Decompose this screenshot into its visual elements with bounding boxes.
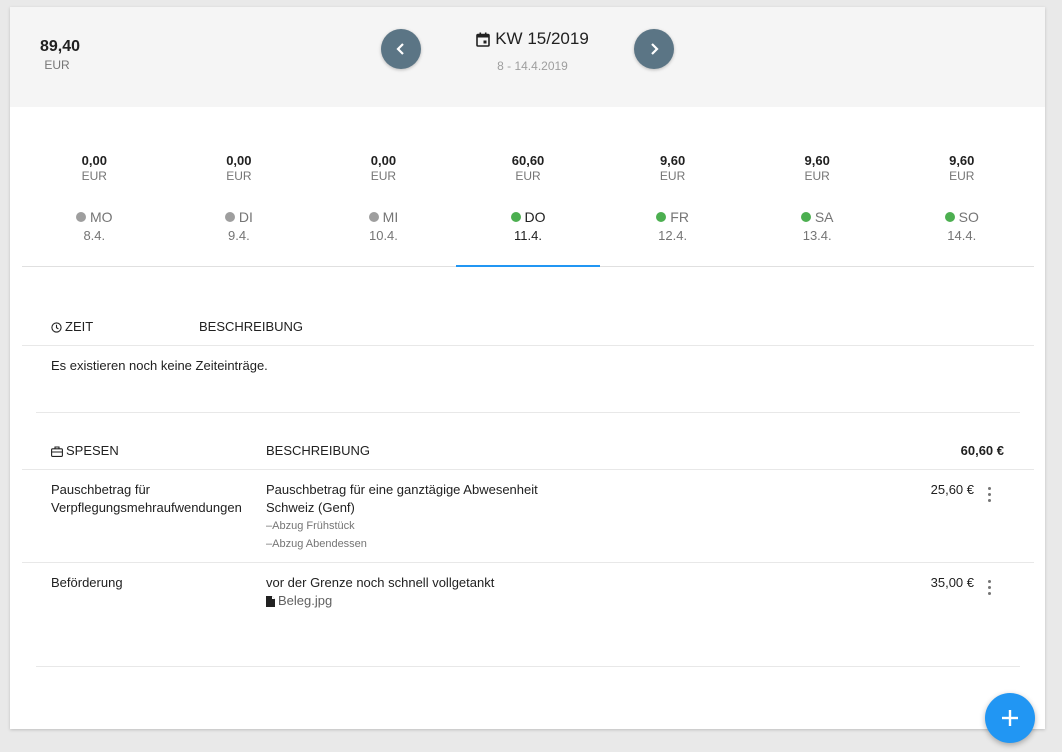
chevron-left-icon — [396, 43, 404, 55]
divider — [22, 469, 1034, 470]
day-tab-mi[interactable]: 0,00 EUR MI 10.4. — [311, 147, 456, 266]
expense-note: –Abzug Frühstück — [266, 520, 355, 532]
status-dot-icon — [800, 212, 811, 222]
divider — [22, 345, 1034, 346]
time-description-header: BESCHREIBUNG — [199, 319, 304, 334]
day-tab-do[interactable]: 60,60 EUR DO 11.4. — [455, 147, 601, 267]
day-date: 14.4. — [947, 228, 977, 243]
week-selector: KW 15/2019 8 - 14.4.2019 — [450, 29, 615, 73]
expense-description: vor der Grenze noch schnell vollgetankt … — [266, 574, 494, 610]
briefcase-icon — [51, 446, 63, 458]
expense-type-line: Pauschbetrag für — [51, 482, 151, 497]
divider — [22, 562, 1034, 563]
status-dot-icon — [656, 212, 667, 222]
day-currency: EUR — [226, 169, 252, 183]
day-date: 9.4. — [228, 228, 250, 243]
week-header: 89,40 EUR KW 15/2019 8 - 14.4.2019 — [10, 7, 1045, 107]
day-date: 10.4. — [368, 228, 398, 243]
more-options-icon[interactable] — [981, 577, 997, 597]
day-name: MI — [382, 209, 399, 225]
week-range: 8 - 14.4.2019 — [497, 59, 568, 73]
day-currency: EUR — [515, 169, 541, 183]
expenses-column-header: SPESEN — [51, 443, 119, 458]
day-tab-sa[interactable]: 9,60 EUR SA 13.4. — [745, 147, 890, 266]
expense-type: Beförderung — [51, 574, 123, 592]
day-date: 13.4. — [802, 228, 832, 243]
day-amount: 0,00 — [226, 153, 252, 168]
day-amount: 9,60 — [949, 153, 975, 168]
day-currency: EUR — [804, 169, 830, 183]
previous-week-button[interactable] — [381, 29, 421, 69]
status-dot-icon — [224, 212, 235, 222]
expense-description: Pauschbetrag für eine ganztägige Abwesen… — [266, 481, 538, 553]
day-currency: EUR — [370, 169, 397, 183]
status-dot-icon — [510, 212, 521, 222]
day-name: SA — [814, 209, 834, 225]
status-dot-icon — [944, 212, 955, 222]
day-amount: 9,60 — [659, 153, 686, 168]
day-tabs: 0,00 EUR MO 8.4. 0,00 EUR DI 9.4. 0,00 E… — [22, 147, 1034, 267]
expense-note: –Abzug Abendessen — [266, 538, 367, 550]
chevron-right-icon — [651, 43, 659, 55]
expense-amount: 35,00 € — [930, 575, 974, 590]
calendar-icon — [476, 32, 491, 47]
time-empty-message: Es existieren noch keine Zeiteinträge. — [51, 358, 268, 373]
time-column-label: ZEIT — [65, 319, 94, 334]
week-total-currency: EUR — [44, 58, 70, 72]
expense-amount: 25,60 € — [930, 482, 974, 497]
day-name: DO — [524, 209, 546, 225]
expense-type-line: Beförderung — [51, 575, 123, 590]
status-dot-icon — [368, 212, 379, 222]
attachment-name: Beleg.jpg — [278, 593, 333, 608]
plus-icon — [1002, 710, 1018, 726]
divider — [36, 666, 1020, 667]
day-tab-mo[interactable]: 0,00 EUR MO 8.4. — [22, 147, 167, 266]
expense-type: Pauschbetrag für Verpflegungsmehraufwend… — [51, 481, 242, 517]
week-total: 89,40 EUR — [40, 38, 81, 72]
week-title: KW 15/2019 — [495, 29, 589, 48]
day-name: SO — [958, 209, 979, 225]
file-icon — [266, 595, 275, 607]
attachment-link[interactable]: Beleg.jpg — [266, 592, 494, 610]
day-currency: EUR — [949, 169, 975, 183]
day-name: MO — [90, 209, 113, 225]
expense-description-line: vor der Grenze noch schnell vollgetankt — [266, 575, 495, 590]
expenses-description-header: BESCHREIBUNG — [266, 443, 371, 458]
day-tab-di[interactable]: 0,00 EUR DI 9.4. — [167, 147, 312, 266]
divider — [36, 412, 1020, 413]
week-total-amount: 89,40 — [40, 38, 81, 55]
expense-description-line: Schweiz (Genf) — [266, 500, 355, 515]
day-name: FR — [670, 209, 689, 225]
day-date: 11.4. — [514, 228, 542, 243]
next-week-button[interactable] — [634, 29, 674, 69]
more-options-icon[interactable] — [981, 484, 997, 504]
day-amount: 0,00 — [370, 153, 397, 168]
day-date: 12.4. — [658, 228, 688, 243]
expense-type-line: Verpflegungsmehraufwendungen — [51, 500, 242, 515]
expense-description-line: Pauschbetrag für eine ganztägige Abwesen… — [266, 482, 538, 497]
main-card: 89,40 EUR KW 15/2019 8 - 14.4.2019 0,00 … — [10, 7, 1045, 729]
status-dot-icon — [76, 212, 86, 222]
day-name: DI — [238, 209, 253, 225]
day-amount: 60,60 — [511, 153, 545, 168]
day-amount: 0,00 — [81, 153, 107, 168]
day-date: 8.4. — [83, 228, 106, 243]
day-tab-fr[interactable]: 9,60 EUR FR 12.4. — [600, 147, 745, 266]
expenses-column-label: SPESEN — [66, 443, 119, 458]
day-currency: EUR — [659, 169, 686, 183]
day-tab-so[interactable]: 9,60 EUR SO 14.4. — [889, 147, 1034, 266]
add-entry-button[interactable] — [985, 693, 1035, 743]
expenses-total: 60,60 € — [960, 443, 1004, 458]
clock-icon — [51, 322, 62, 333]
time-column-header: ZEIT — [51, 319, 93, 334]
day-currency: EUR — [81, 169, 107, 183]
day-amount: 9,60 — [804, 153, 830, 168]
